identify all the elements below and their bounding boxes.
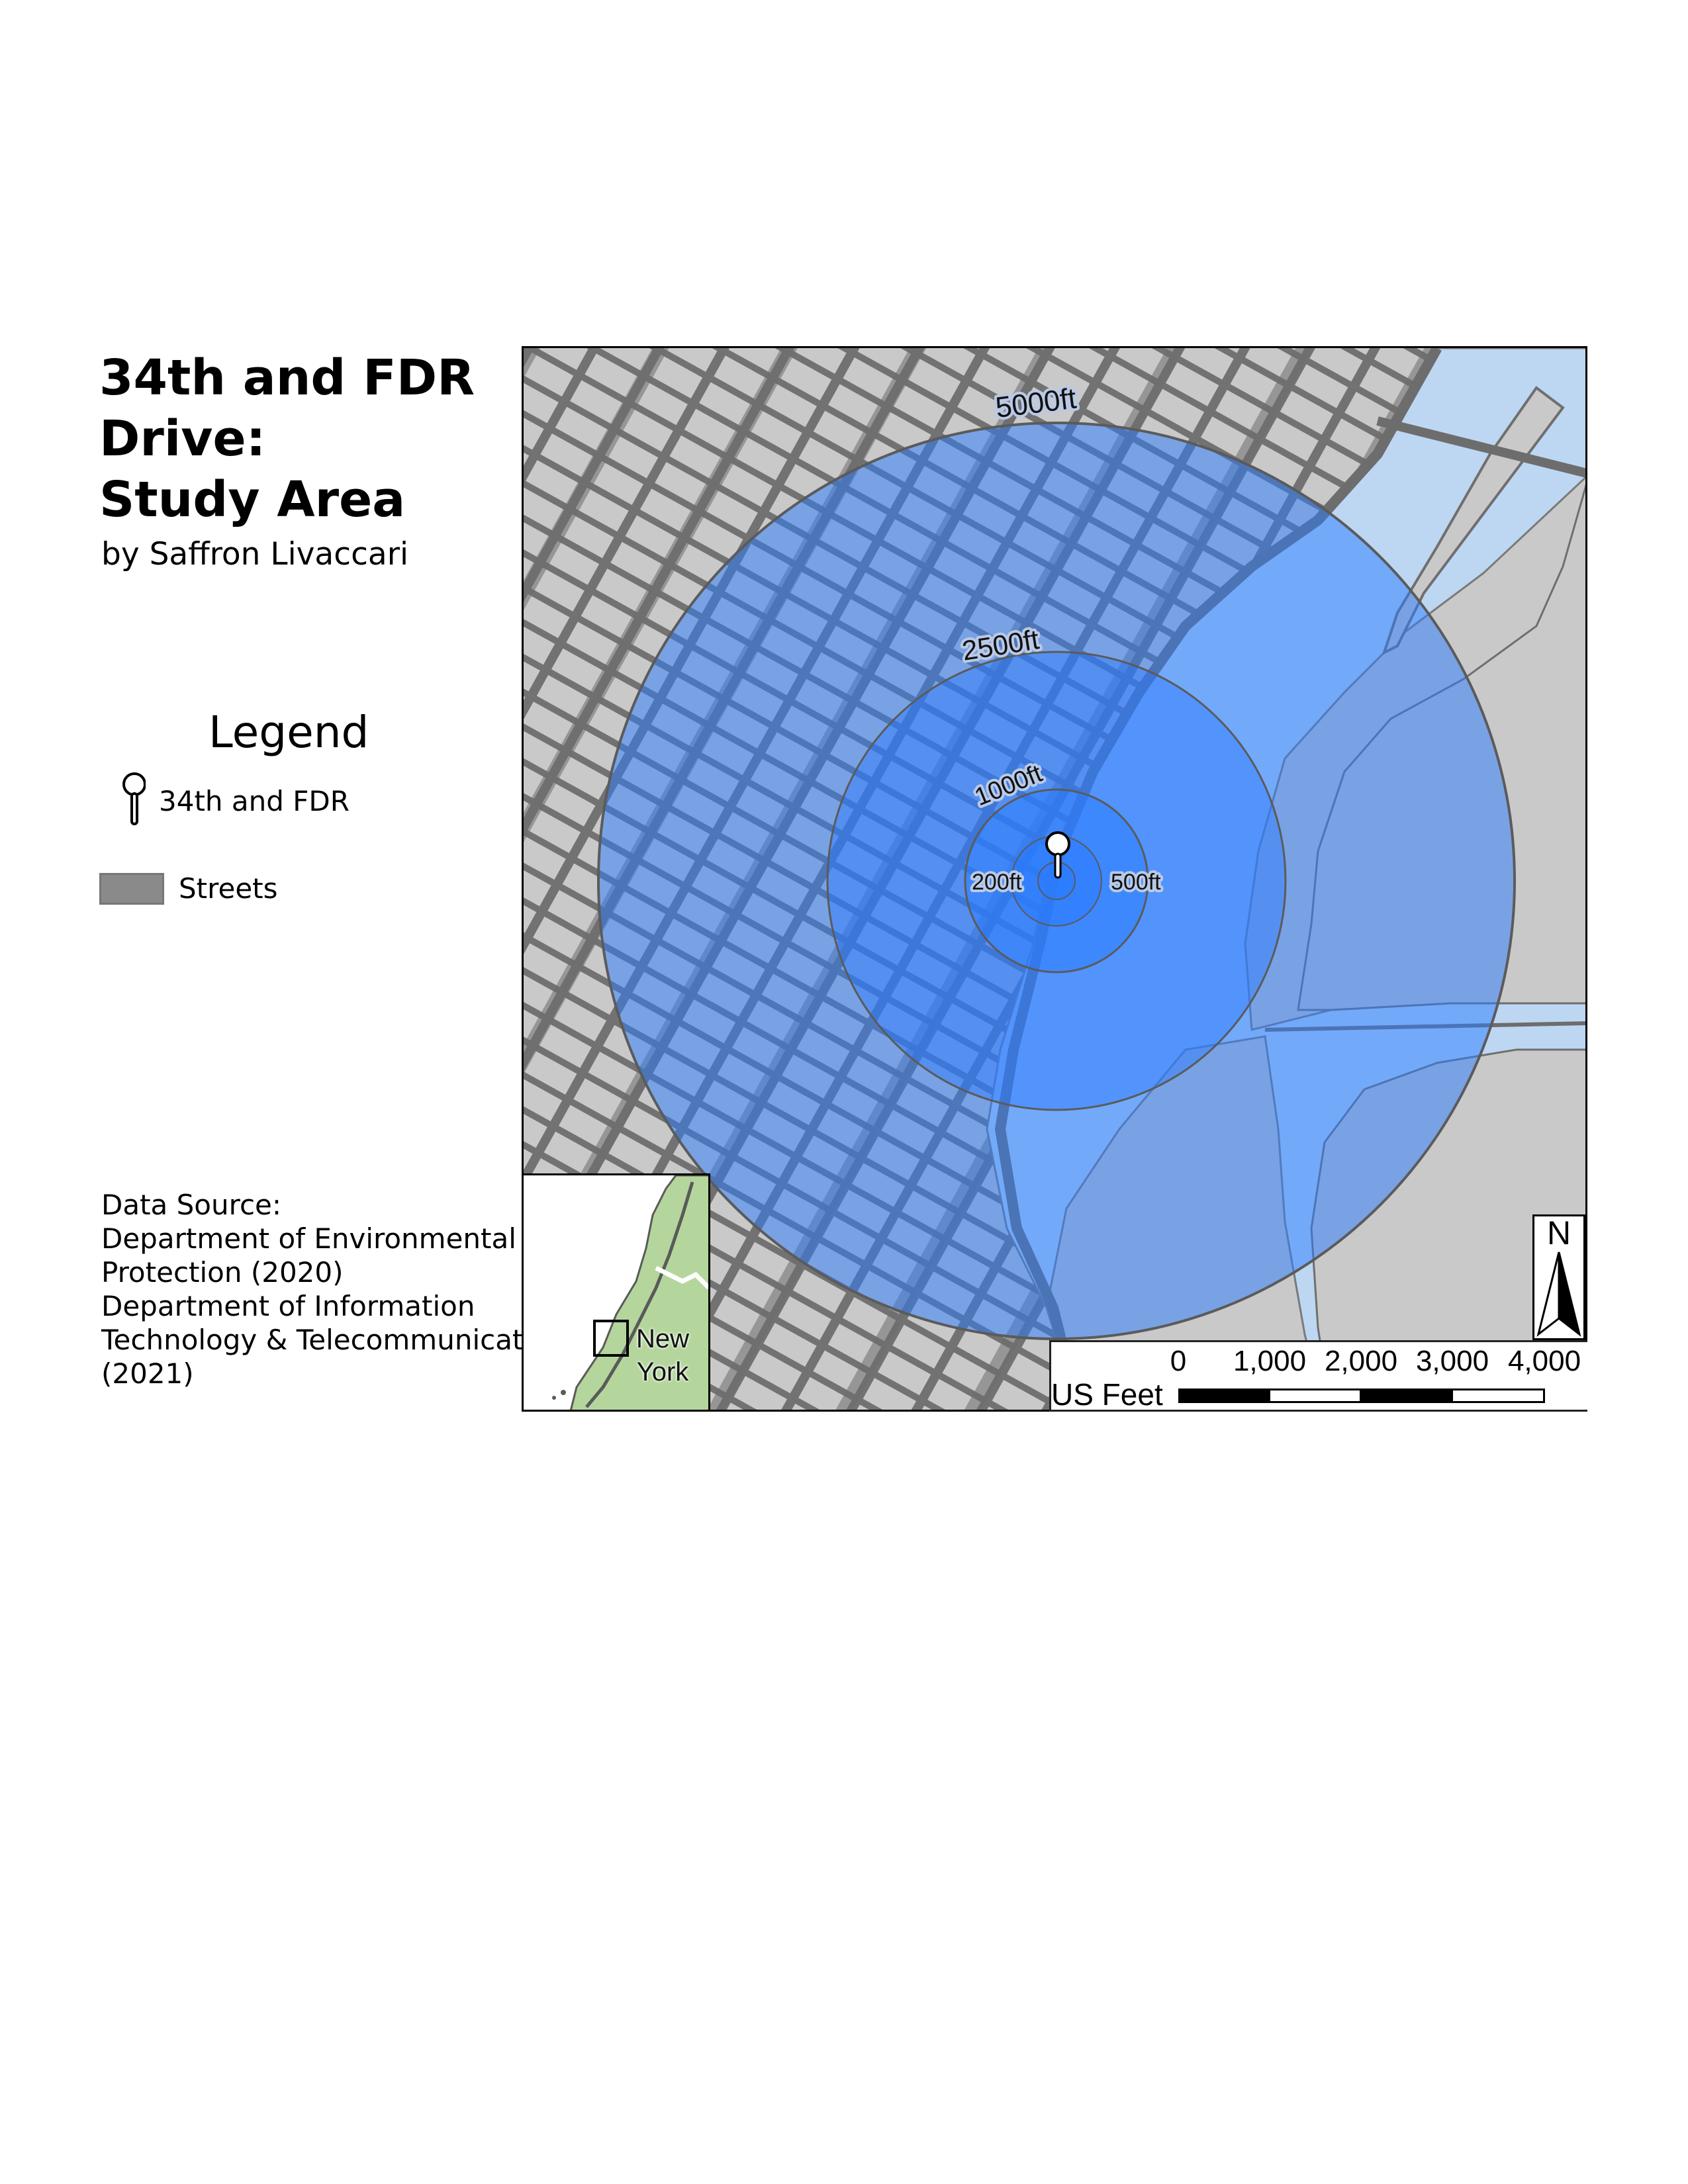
legend-item-streets: Streets	[99, 872, 278, 905]
scale-segment	[1178, 1388, 1270, 1403]
street-swatch	[99, 872, 164, 905]
legend-heading: Legend	[209, 707, 369, 758]
legend-label-streets: Streets	[179, 872, 278, 905]
source-line: Protection (2020)	[101, 1256, 344, 1289]
scale-unit: US Feet	[1051, 1377, 1163, 1412]
scale-bar: 0 1,000 2,000 3,000 4,000 US Feet	[1049, 1340, 1587, 1412]
scale-tick: 1,000	[1233, 1345, 1307, 1377]
scale-segment	[1360, 1388, 1453, 1403]
legend-item-point: 34th and FDR	[99, 771, 350, 831]
buffer-rings	[597, 422, 1516, 1340]
ring-label-200ft: 200ft	[972, 870, 1022, 895]
inset-label: New York	[636, 1322, 689, 1388]
data-source: Data Source: Department of Environmental…	[101, 1188, 580, 1390]
scale-tick: 2,000	[1324, 1345, 1398, 1377]
inset-label-line-1: New	[636, 1324, 690, 1353]
source-line: Data Source:	[101, 1189, 282, 1221]
inset-label-line-2: York	[636, 1357, 689, 1387]
ring-label-500ft: 500ft	[1111, 870, 1161, 895]
scale-tick: 0	[1170, 1345, 1187, 1377]
title-line-1: 34th and FDR	[99, 349, 475, 406]
source-line: Department of Environmental	[101, 1222, 516, 1255]
map-pin-icon	[122, 772, 146, 825]
source-line: Department of Information	[101, 1290, 475, 1322]
source-line: Technology & Telecommunications	[101, 1324, 581, 1356]
title-line-3: Study Area	[99, 471, 406, 528]
title-line-2: Drive:	[99, 410, 266, 467]
scale-segment	[1451, 1388, 1545, 1403]
north-arrow-icon	[1536, 1251, 1581, 1337]
scale-segment	[1268, 1388, 1362, 1403]
map-title: 34th and FDR Drive: Study Area	[99, 347, 510, 530]
north-arrow: N	[1532, 1214, 1585, 1340]
scale-tick: 4,000	[1507, 1345, 1581, 1377]
source-line: (2021)	[101, 1357, 194, 1390]
legend-label-point: 34th and FDR	[159, 784, 350, 817]
scale-tick: 3,000	[1415, 1345, 1489, 1377]
inset-map: New York	[522, 1173, 710, 1412]
author-credit: by Saffron Livaccari	[101, 536, 409, 572]
